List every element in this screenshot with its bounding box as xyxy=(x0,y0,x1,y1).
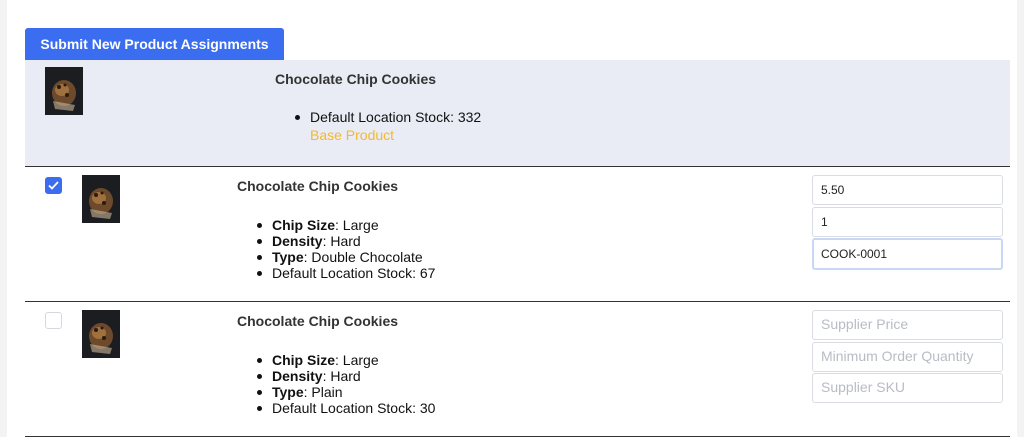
minimum-order-quantity-input[interactable] xyxy=(812,207,1003,237)
page-gutter-left xyxy=(0,0,7,437)
base-spec-list: Default Location Stock: 332 xyxy=(290,109,481,125)
spec-stock: Default Location Stock: 30 xyxy=(252,400,435,416)
page-gutter-right xyxy=(1017,0,1024,437)
product-thumbnail xyxy=(82,175,120,223)
product-thumbnail xyxy=(82,310,120,358)
spec-density: Density: Hard xyxy=(252,233,435,249)
variant-select-checkbox[interactable] xyxy=(45,312,62,329)
supplier-sku-input[interactable] xyxy=(812,373,1003,403)
spec-stock: Default Location Stock: 332 xyxy=(290,109,481,125)
spec-chip-size: Chip Size: Large xyxy=(252,352,435,368)
supplier-price-input[interactable] xyxy=(812,310,1003,340)
variant-row: Chocolate Chip Cookies Chip Size: Large … xyxy=(25,302,1010,437)
variant-row: Chocolate Chip Cookies Chip Size: Large … xyxy=(25,167,1010,302)
supplier-price-input[interactable] xyxy=(812,175,1003,205)
spec-type: Type: Double Chocolate xyxy=(252,249,435,265)
product-name: Chocolate Chip Cookies xyxy=(275,71,437,87)
product-name: Chocolate Chip Cookies xyxy=(237,178,399,194)
base-product-row: Chocolate Chip Cookies Default Location … xyxy=(25,60,1010,167)
checkmark-icon xyxy=(48,181,59,190)
spec-type: Type: Plain xyxy=(252,384,435,400)
cookie-image-icon xyxy=(45,67,83,115)
supplier-sku-input[interactable] xyxy=(812,238,1003,270)
spec-density: Density: Hard xyxy=(252,368,435,384)
product-thumbnail xyxy=(45,67,83,115)
minimum-order-quantity-input[interactable] xyxy=(812,342,1003,372)
spec-stock: Default Location Stock: 67 xyxy=(252,265,435,281)
variant-select-checkbox[interactable] xyxy=(45,177,62,194)
spec-chip-size: Chip Size: Large xyxy=(252,217,435,233)
base-product-badge: Base Product xyxy=(310,127,395,143)
submit-assignments-button[interactable]: Submit New Product Assignments xyxy=(25,28,284,60)
cookie-image-icon xyxy=(82,310,120,358)
variant-spec-list: Chip Size: Large Density: Hard Type: Pla… xyxy=(252,352,435,416)
variant-spec-list: Chip Size: Large Density: Hard Type: Dou… xyxy=(252,217,435,281)
product-name: Chocolate Chip Cookies xyxy=(237,313,399,329)
cookie-image-icon xyxy=(82,175,120,223)
